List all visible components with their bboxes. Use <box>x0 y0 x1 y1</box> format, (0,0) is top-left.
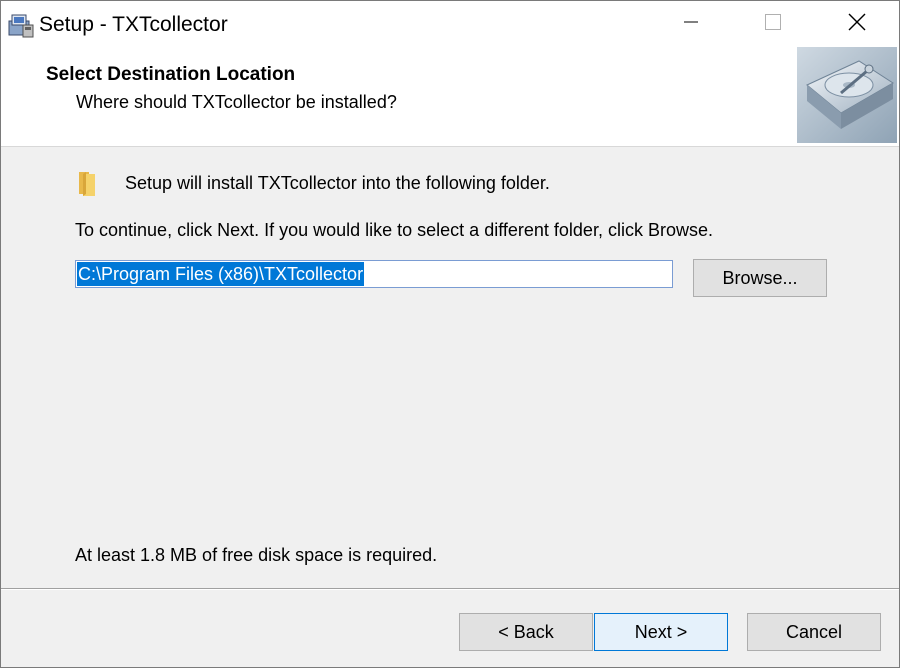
browse-button[interactable]: Browse... <box>693 259 827 297</box>
page-title: Select Destination Location <box>46 64 296 85</box>
setup-window: Setup - TXTcollector Select Destination … <box>0 0 900 668</box>
install-folder-message: Setup will install TXTcollector into the… <box>125 173 550 193</box>
footer-divider <box>1 588 899 590</box>
folder-icon <box>75 169 99 197</box>
close-button[interactable] <box>815 1 899 47</box>
hard-disk-wizard-image <box>797 47 897 143</box>
window-title: Setup - TXTcollector <box>39 13 228 36</box>
close-icon <box>848 13 866 36</box>
wizard-header: Select Destination Location Where should… <box>1 47 899 147</box>
setup-installer-icon <box>7 11 35 39</box>
continue-instructions: To continue, click Next. If you would li… <box>75 220 713 240</box>
back-button[interactable]: < Back <box>459 613 593 651</box>
destination-path-input[interactable]: C:\Program Files (x86)\TXTcollector <box>75 260 673 288</box>
title-bar[interactable]: Setup - TXTcollector <box>1 1 899 47</box>
destination-path-value: C:\Program Files (x86)\TXTcollector <box>77 262 365 286</box>
page-subtitle: Where should TXTcollector be installed? <box>76 92 397 112</box>
minimize-icon <box>683 14 699 35</box>
maximize-icon <box>764 13 782 36</box>
cancel-button[interactable]: Cancel <box>747 613 881 651</box>
minimize-button[interactable] <box>649 1 733 47</box>
next-button[interactable]: Next > <box>594 613 728 651</box>
disk-space-requirement: At least 1.8 MB of free disk space is re… <box>75 545 438 565</box>
maximize-button <box>731 1 815 47</box>
